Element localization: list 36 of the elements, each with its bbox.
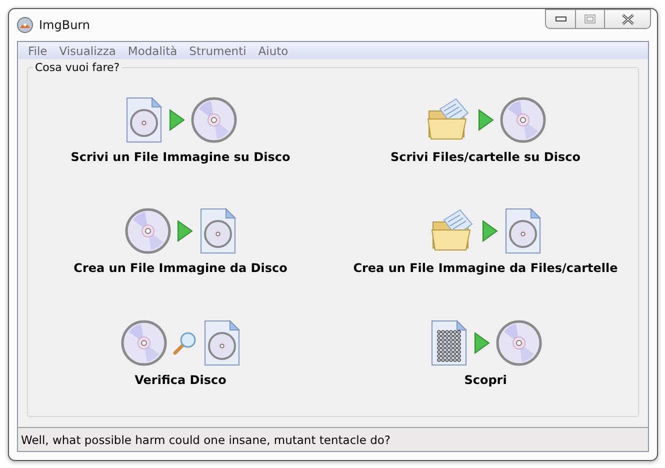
menu-item[interactable]: Modalità — [122, 44, 184, 58]
play-arrow-icon — [176, 220, 192, 242]
window-title: ImgBurn — [39, 18, 90, 32]
disc-icon[interactable] — [120, 320, 166, 366]
play-arrow-icon — [482, 220, 498, 242]
menu-item[interactable]: Aiuto — [252, 44, 294, 58]
disc-icon[interactable] — [500, 97, 546, 143]
action-link[interactable]: Scrivi un File Immagine su Disco — [70, 150, 290, 164]
disc-icon[interactable] — [496, 320, 542, 366]
menu-item[interactable]: Strumenti — [183, 44, 252, 58]
disc-icon[interactable] — [190, 97, 236, 143]
status-text: Well, what possible harm could one insane, mutant tentacle do? — [21, 432, 391, 446]
data-file-icon[interactable] — [430, 320, 468, 366]
disc-icon[interactable] — [124, 208, 170, 254]
disc-file-icon[interactable] — [124, 97, 162, 143]
action-link[interactable]: Crea un File Immagine da Files/cartelle — [353, 261, 618, 276]
action-link[interactable]: Scopri — [464, 372, 507, 387]
action-link[interactable]: Verifica Disco — [134, 372, 226, 387]
disc-file-icon[interactable] — [202, 320, 240, 366]
minimize-icon — [554, 16, 566, 22]
action-link[interactable]: Scrivi Files/cartelle su Disco — [390, 150, 580, 164]
disc-file-icon[interactable] — [198, 208, 236, 254]
maximize-icon — [584, 14, 596, 24]
close-icon — [620, 14, 634, 24]
play-arrow-icon — [474, 332, 490, 354]
menu-item[interactable]: Visualizza — [53, 44, 122, 58]
play-arrow-icon — [168, 109, 184, 131]
minimize-button[interactable] — [545, 9, 575, 29]
action-link[interactable]: Crea un File Immagine da Disco — [74, 261, 288, 276]
menu-item[interactable]: File — [22, 44, 54, 58]
play-arrow-icon — [478, 109, 494, 131]
app-icon — [17, 17, 33, 33]
group-title: Cosa vuoi fare? — [33, 61, 122, 74]
magnifier-icon — [172, 330, 196, 355]
disc-file-icon[interactable] — [504, 208, 542, 254]
close-button[interactable] — [605, 9, 651, 29]
